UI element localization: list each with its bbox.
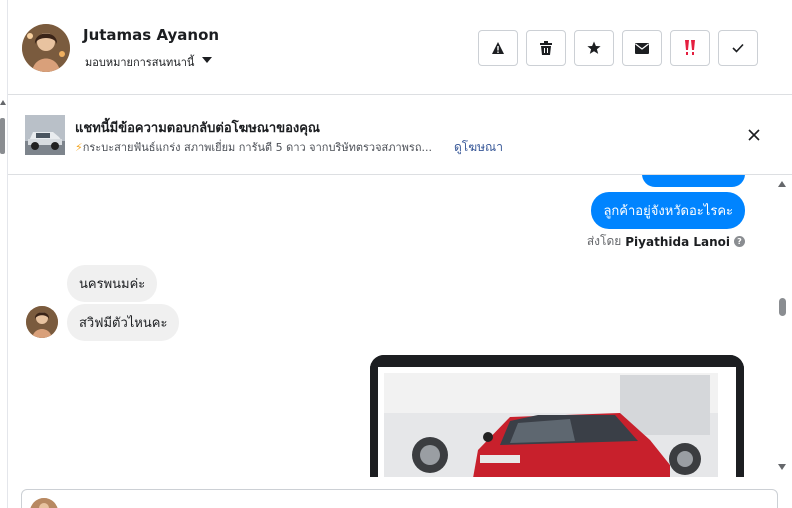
chevron-down-icon [202,57,213,63]
envelope-icon [635,42,649,54]
mark-done-button[interactable] [718,30,758,66]
ad-description: กระบะสายฟันธ์แกร่ง สภาพเยี่ยม การันตี 5 … [82,141,432,154]
scroll-down-icon[interactable] [778,464,786,470]
trash-icon [540,41,552,55]
mark-important-button[interactable] [670,30,710,66]
ad-banner-title: แชทนี้มีข้อความตอบกลับต่อโฆษณาของคุณ [75,121,320,136]
thread-scrollbar[interactable] [774,175,792,477]
sent-by-prefix: ส่งโดย [586,234,622,248]
outer-scrollbar[interactable] [0,0,8,508]
header-actions [478,30,758,66]
sent-by-name: Piyathida Lanoi [625,234,730,249]
view-ad-link[interactable]: ดูโฆษณา [454,138,503,157]
contact-avatar[interactable] [22,24,70,72]
scroll-up-icon[interactable] [778,181,786,187]
message-bubble-outgoing-partial[interactable] [642,175,745,187]
mark-spam-button[interactable] [478,30,518,66]
double-exclamation-icon [685,40,695,55]
sender-avatar[interactable] [26,306,58,338]
star-button[interactable] [574,30,614,66]
close-icon [748,129,760,141]
close-banner-button[interactable] [744,125,764,145]
message-composer[interactable] [21,489,778,508]
lightning-icon: ⚡ [75,140,83,154]
outer-scroll-up-icon[interactable] [0,100,6,105]
outer-scroll-thumb[interactable] [0,118,5,154]
message-image-attachment[interactable] [370,355,744,477]
message-bubble-incoming[interactable]: นครพนมค่ะ [67,265,158,302]
assign-label: มอบหมายการสนทนานี้ [85,56,195,69]
assign-conversation-dropdown[interactable]: มอบหมายการสนทนานี้ [85,53,213,71]
warning-icon [492,42,504,54]
sent-by-label: ส่งโดย Piyathida Lanoi ? [587,232,745,251]
message-bubble-outgoing[interactable]: ลูกค้าอยู่จังหวัดอะไรคะ [591,192,745,229]
checkmark-icon [732,43,744,53]
conversation-header: Jutamas Ayanon มอบหมายการสนทนานี้ [8,0,792,95]
ad-reply-banner: แชทนี้มีข้อความตอบกลับต่อโฆษณาของคุณ ⚡ ก… [8,95,792,175]
help-icon[interactable]: ? [734,236,745,247]
mark-unread-button[interactable] [622,30,662,66]
contact-name: Jutamas Ayanon [83,26,220,44]
star-icon [587,41,601,54]
message-thread[interactable]: ลูกค้าอยู่จังหวัดอะไรคะ ส่งโดย Piyathida… [8,175,772,477]
ad-thumbnail[interactable] [25,115,65,155]
ad-banner-subtitle: ⚡ กระบะสายฟันธ์แกร่ง สภาพเยี่ยม การันตี … [75,138,432,156]
message-bubble-incoming[interactable]: สวิฟมีตัวไหนคะ [67,304,180,341]
composer-avatar [30,498,58,508]
scroll-thumb[interactable] [779,298,786,316]
delete-button[interactable] [526,30,566,66]
